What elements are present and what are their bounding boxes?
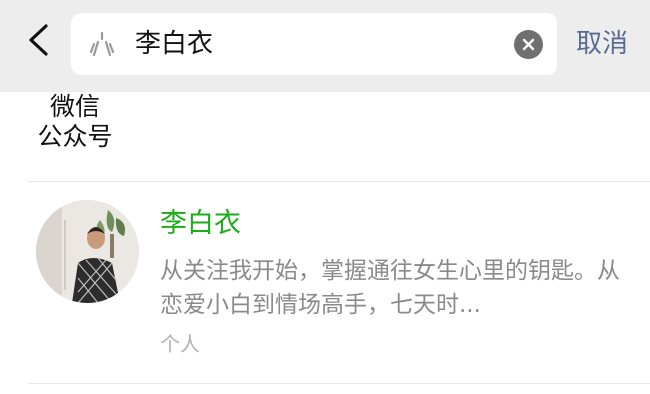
account-description: 从关注我开始，掌握通往女生心里的钥匙。从恋爱小白到情场高手，七天时... xyxy=(160,258,620,318)
divider xyxy=(28,383,650,384)
cancel-button[interactable]: 取消 xyxy=(576,24,628,64)
section-title: 微信 公众号 xyxy=(30,92,120,152)
section-title-line2: 公众号 xyxy=(37,122,113,151)
account-type-label: 个人 xyxy=(160,332,200,356)
search-input[interactable] xyxy=(135,25,495,63)
clear-search-button[interactable] xyxy=(514,30,543,59)
official-account-result[interactable]: 李白衣 从关注我开始，掌握通往女生心里的钥匙。从恋爱小白到情场高手，七天时...… xyxy=(0,182,650,382)
avatar xyxy=(36,200,139,303)
section-title-line1: 微信 xyxy=(49,92,100,121)
back-button[interactable] xyxy=(18,18,58,62)
avatar-image xyxy=(36,200,139,303)
mini-program-icon xyxy=(89,31,115,57)
account-name: 李白衣 xyxy=(160,208,241,239)
search-header: 取消 xyxy=(0,0,650,92)
chevron-left-icon xyxy=(29,24,48,56)
close-icon xyxy=(522,38,535,51)
search-box[interactable] xyxy=(71,13,557,75)
